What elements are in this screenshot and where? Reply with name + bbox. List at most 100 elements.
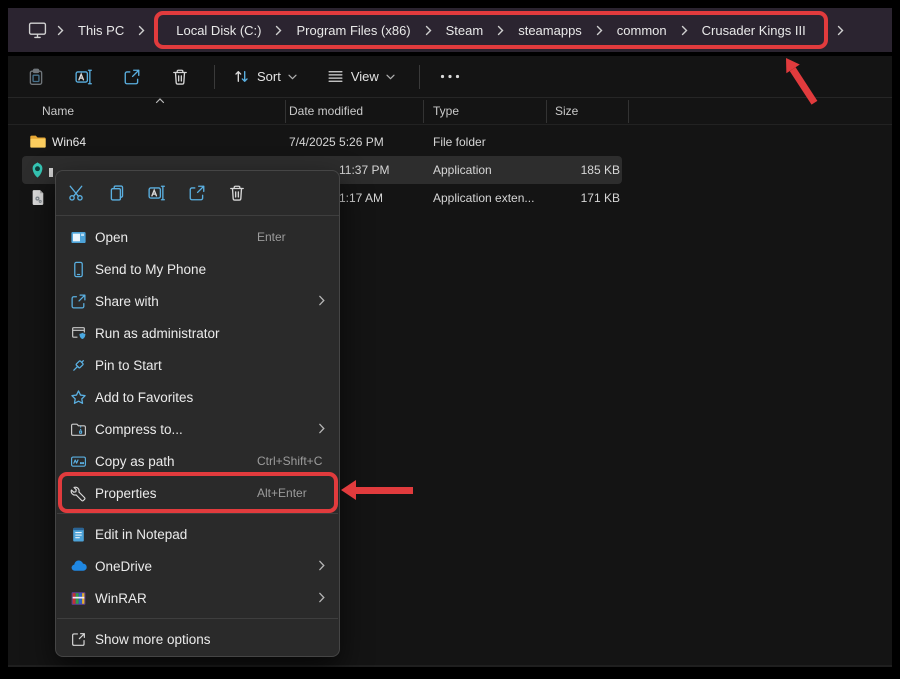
menu-item-pin-to-start[interactable]: Pin to Start [56, 349, 339, 381]
file-name: Win64 [52, 135, 86, 149]
breadcrumb-program-files[interactable]: Program Files (x86) [286, 23, 420, 38]
breadcrumb-common[interactable]: common [607, 23, 677, 38]
view-label: View [351, 69, 379, 84]
menu-item-compress-to[interactable]: Compress to... [56, 413, 339, 445]
share-icon [68, 293, 88, 310]
context-menu: Open Enter Send to My Phone [55, 170, 340, 657]
open-app-icon [68, 229, 88, 246]
arrow-shaft [356, 487, 413, 494]
folder-icon [29, 133, 47, 150]
ck3-app-icon [29, 161, 46, 179]
phone-icon [68, 261, 88, 278]
share-button[interactable] [177, 175, 217, 211]
cut-button[interactable] [57, 175, 97, 211]
breadcrumb-steam[interactable]: Steam [436, 23, 494, 38]
admin-shield-icon [68, 325, 88, 342]
menu-item-winrar[interactable]: WinRAR [56, 582, 339, 614]
rename-button[interactable] [68, 62, 100, 92]
submenu-chevron-icon [318, 592, 326, 603]
menu-item-add-to-favorites[interactable]: Add to Favorites [56, 381, 339, 413]
file-date: 7/4/2025 5:26 PM [289, 135, 384, 149]
copy-path-icon [68, 453, 88, 470]
column-header-row: Name Date modified Type Size [8, 98, 892, 125]
chevron-right-icon [592, 25, 607, 36]
copy-button[interactable] [97, 175, 137, 211]
menu-item-send-to-phone[interactable]: Send to My Phone [56, 253, 339, 285]
more-options-button[interactable] [430, 74, 470, 79]
submenu-chevron-icon [318, 295, 326, 306]
rename-button[interactable] [137, 175, 177, 211]
file-type: File folder [433, 135, 486, 149]
menu-item-show-more-options[interactable]: Show more options [56, 623, 339, 655]
column-header-type[interactable]: Type [433, 104, 459, 118]
menu-item-edit-in-notepad[interactable]: Edit in Notepad [56, 518, 339, 550]
column-divider[interactable] [285, 100, 286, 123]
context-menu-items: Open Enter Send to My Phone [56, 216, 339, 658]
menu-separator [57, 513, 338, 514]
annotation-arrow-properties [341, 480, 413, 500]
menu-item-onedrive[interactable]: OneDrive [56, 550, 339, 582]
notepad-icon [68, 526, 88, 543]
window-bottom-edge [8, 665, 892, 667]
paste-icon [27, 68, 45, 86]
toolbar-divider [419, 65, 420, 89]
file-explorer-window: This PC Local Disk (C:) Program Files (x… [0, 0, 900, 679]
sort-icon [233, 68, 250, 85]
menu-item-properties[interactable]: Properties Alt+Enter [56, 477, 339, 509]
shortcut-label: Alt+Enter [257, 486, 307, 500]
chevron-right-icon [53, 25, 68, 36]
file-size: 185 KB [548, 163, 620, 177]
rename-icon [75, 68, 93, 86]
column-header-name[interactable]: Name [42, 104, 74, 118]
copy-icon [108, 184, 126, 202]
more-icon [440, 74, 460, 79]
file-type: Application [433, 163, 492, 177]
menu-item-open[interactable]: Open Enter [56, 221, 339, 253]
shortcut-label: Ctrl+Shift+C [257, 454, 322, 468]
chevron-down-icon [386, 74, 395, 80]
sort-label: Sort [257, 69, 281, 84]
chevron-right-icon [833, 25, 848, 36]
this-pc-icon [28, 21, 47, 39]
column-divider[interactable] [423, 100, 424, 123]
file-size: 171 KB [548, 191, 620, 205]
share-icon [188, 184, 206, 202]
show-more-icon [68, 631, 88, 648]
menu-item-run-as-admin[interactable]: Run as administrator [56, 317, 339, 349]
submenu-chevron-icon [318, 560, 326, 571]
trash-icon [228, 184, 246, 202]
breadcrumb-crusader-kings[interactable]: Crusader Kings III [692, 23, 816, 38]
column-header-size[interactable]: Size [555, 104, 578, 118]
delete-button[interactable] [217, 175, 257, 211]
submenu-chevron-icon [318, 423, 326, 434]
sort-ascending-caret-icon [154, 97, 166, 105]
column-header-date[interactable]: Date modified [289, 104, 363, 118]
column-divider[interactable] [628, 100, 629, 123]
breadcrumb-this-pc[interactable]: This PC [68, 23, 134, 38]
star-icon [68, 389, 88, 406]
wrench-icon [68, 485, 88, 502]
sort-button[interactable]: Sort [225, 62, 305, 92]
address-bar: This PC Local Disk (C:) Program Files (x… [8, 8, 892, 52]
file-date: 11:37 PM [339, 163, 389, 177]
view-button[interactable]: View [319, 62, 403, 92]
breadcrumb-local-disk[interactable]: Local Disk (C:) [166, 23, 271, 38]
menu-item-copy-as-path[interactable]: Copy as path Ctrl+Shift+C [56, 445, 339, 477]
file-date: 1:17 AM [339, 191, 383, 205]
onedrive-icon [68, 558, 88, 575]
menu-separator [57, 618, 338, 619]
share-icon [123, 68, 141, 86]
zip-folder-icon [68, 421, 88, 438]
delete-button[interactable] [164, 62, 196, 92]
chevron-right-icon [134, 25, 149, 36]
breadcrumb-steamapps[interactable]: steamapps [508, 23, 592, 38]
menu-item-share-with[interactable]: Share with [56, 285, 339, 317]
toolbar-divider [214, 65, 215, 89]
shortcut-label: Enter [257, 230, 286, 244]
paste-button[interactable] [20, 62, 52, 92]
share-button[interactable] [116, 62, 148, 92]
column-divider[interactable] [546, 100, 547, 123]
file-row-win64[interactable]: Win64 7/4/2025 5:26 PM File folder [8, 128, 892, 156]
view-icon [327, 68, 344, 85]
chevron-right-icon [493, 25, 508, 36]
